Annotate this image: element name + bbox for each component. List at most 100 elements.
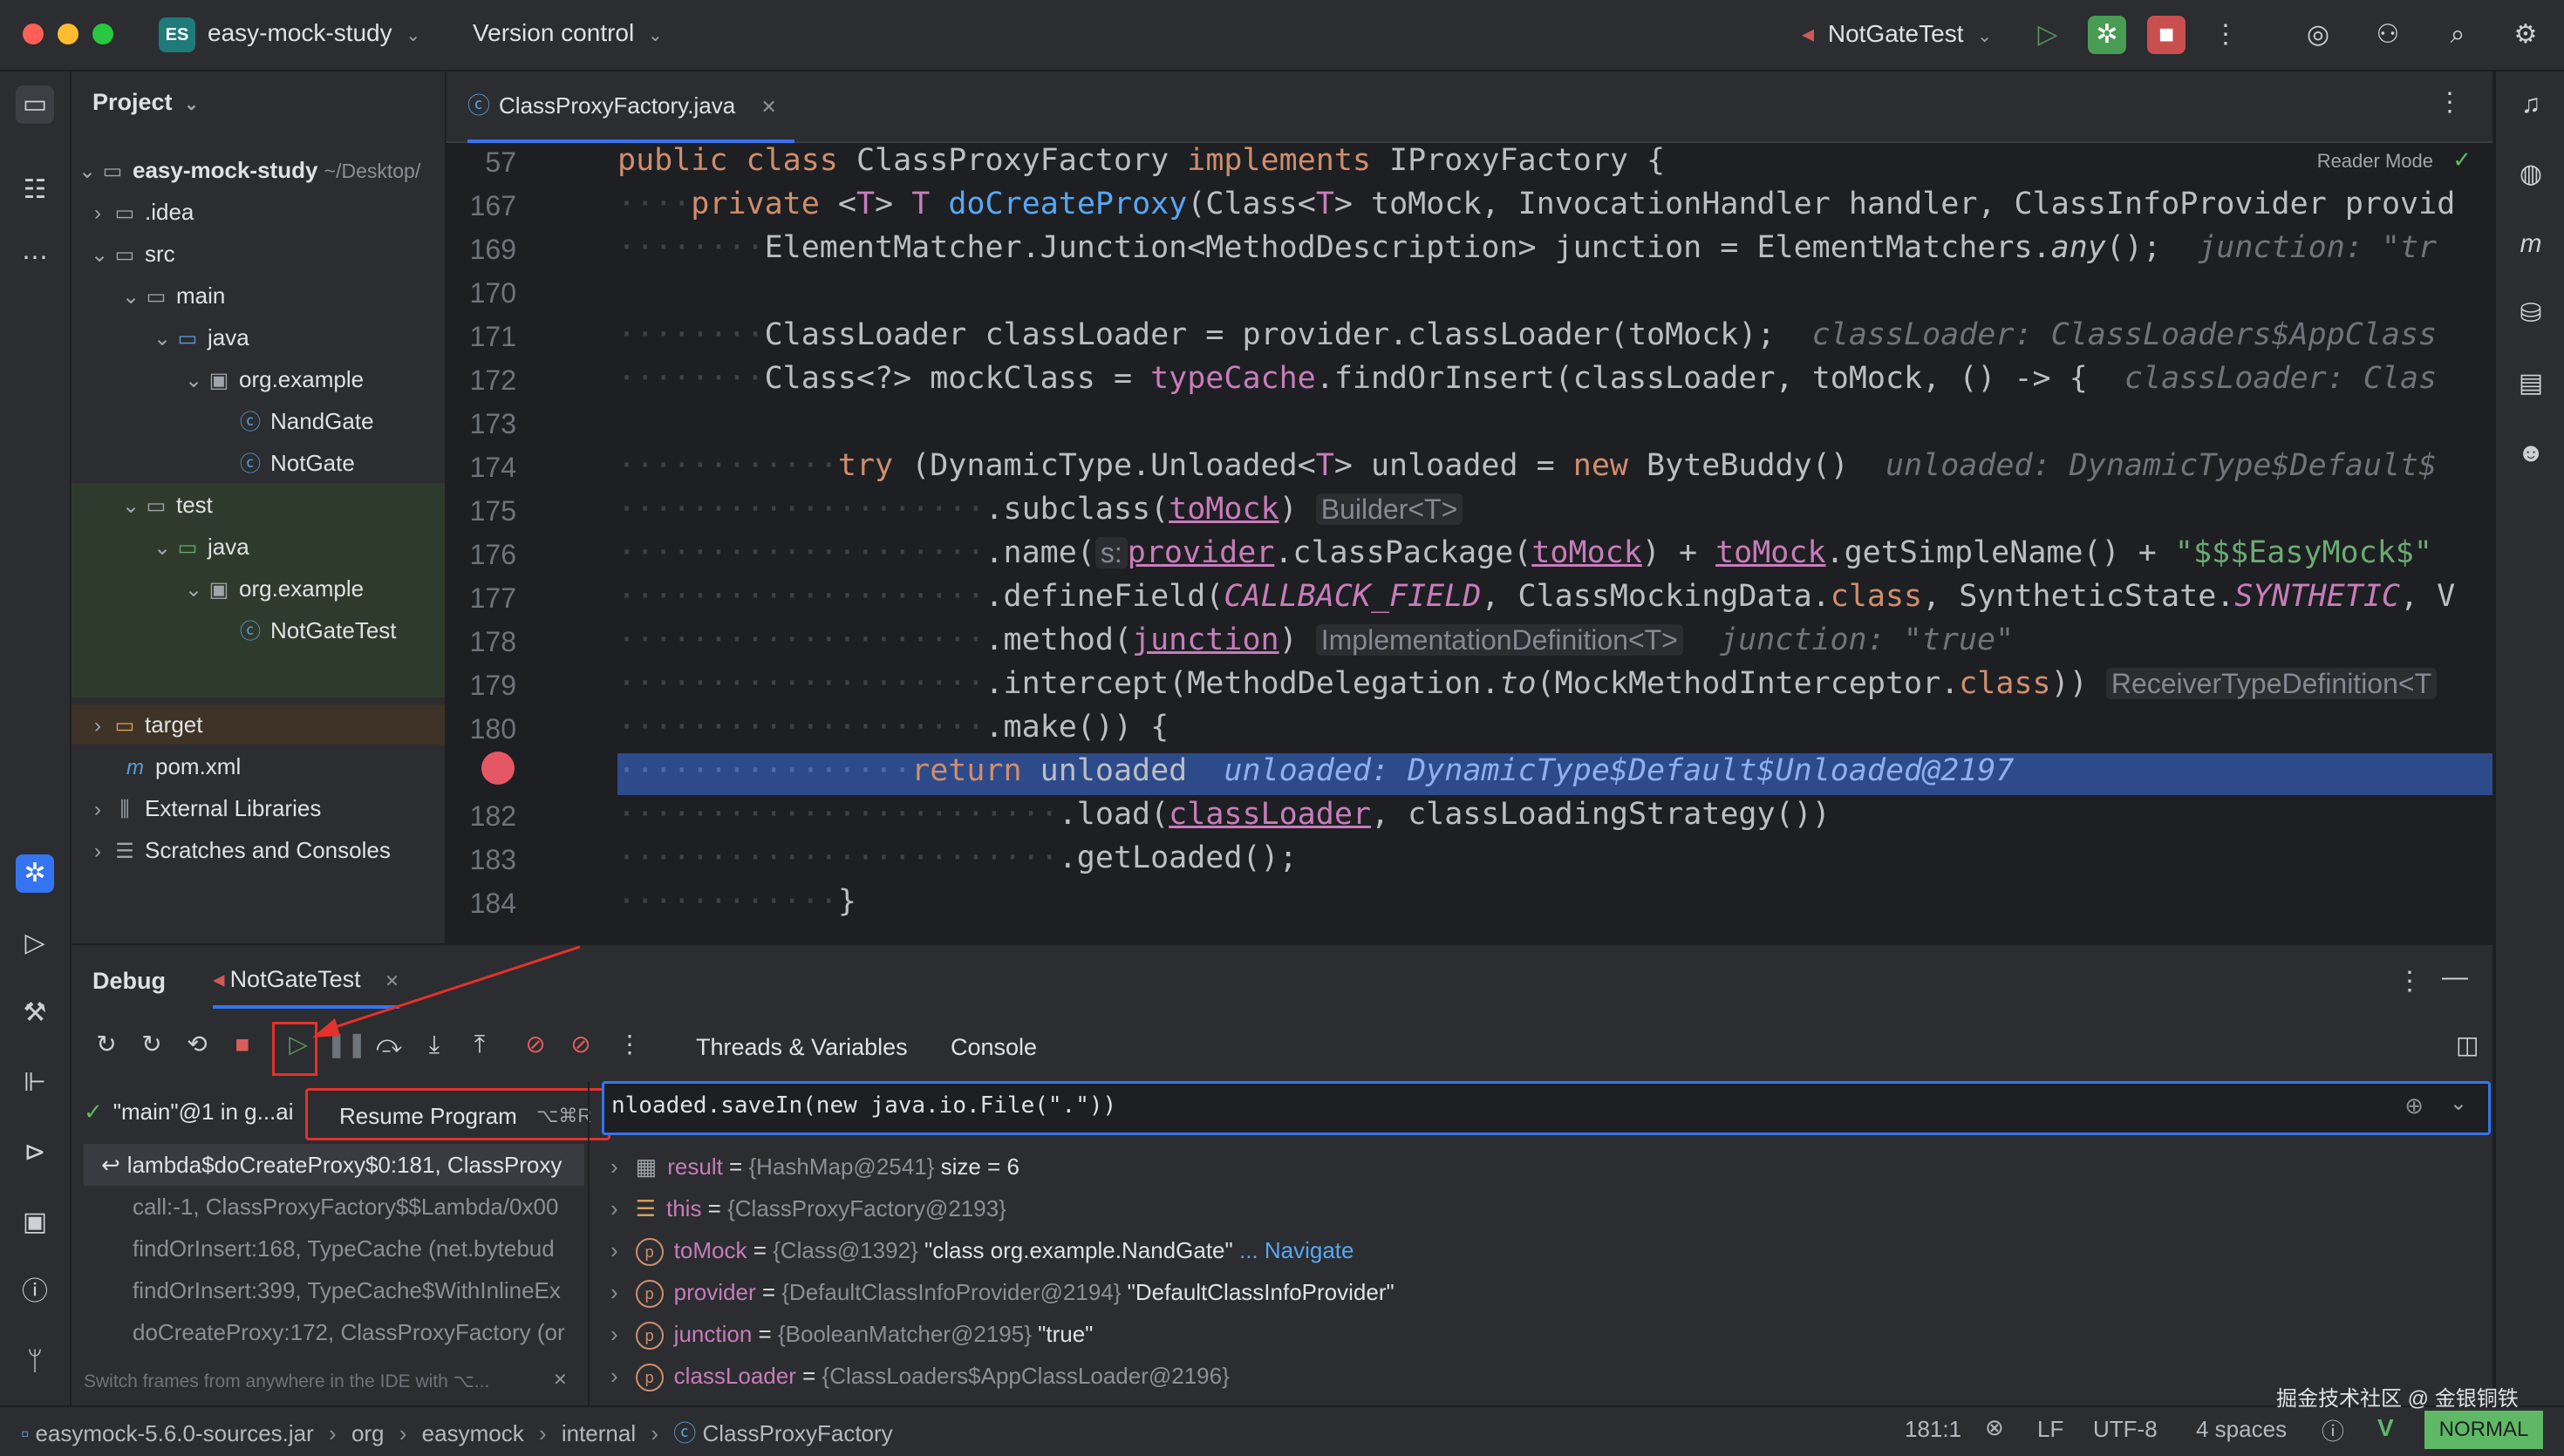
tree-item-scratches[interactable]: › ☰ Scratches and Consoles bbox=[91, 830, 391, 870]
indent-setting[interactable]: 4 spaces bbox=[2196, 1416, 2287, 1443]
tree-item-pom[interactable]: m pom.xml bbox=[122, 746, 241, 786]
breakpoint-icon[interactable] bbox=[481, 752, 515, 785]
tree-item-notgatetest[interactable]: ⓒ NotGateTest bbox=[237, 610, 397, 650]
excluded-folder-icon: ▭ bbox=[114, 714, 135, 738]
more-vertical-icon[interactable]: ⋮ bbox=[2206, 16, 2245, 54]
stop-icon[interactable]: ■ bbox=[2147, 16, 2186, 54]
panel-splitter[interactable] bbox=[588, 1081, 590, 1405]
tree-item-main[interactable]: ⌄ ▭ main bbox=[122, 276, 225, 316]
line-separator[interactable]: LF bbox=[2037, 1416, 2063, 1443]
add-watch-icon[interactable]: ⊕ bbox=[2404, 1092, 2424, 1119]
console-icon[interactable]: ▣ bbox=[16, 1203, 54, 1242]
database-icon[interactable]: ⛁ bbox=[2512, 295, 2550, 333]
evaluate-expression-input[interactable]: nloaded.saveIn(new java.io.File(".")) ⊕ … bbox=[602, 1081, 2491, 1135]
breadcrumb-item[interactable]: internal bbox=[562, 1420, 636, 1446]
structure-icon[interactable]: ☷ bbox=[16, 171, 54, 209]
variable-row[interactable]: › p junction = {BooleanMatcher@2195} "true… bbox=[610, 1313, 1093, 1355]
project-badge[interactable]: ES bbox=[159, 17, 195, 52]
layout-icon[interactable]: ◫ bbox=[2456, 1031, 2479, 1059]
endpoints-icon[interactable]: ▤ bbox=[2512, 364, 2550, 403]
close-icon[interactable]: ✕ bbox=[760, 96, 776, 118]
window-minimize-button[interactable] bbox=[58, 24, 78, 44]
vim-mode-badge[interactable]: NORMAL bbox=[2424, 1411, 2543, 1449]
tree-item-root[interactable]: ⌄ ▭ easy-mock-study ~/Desktop/ bbox=[78, 150, 420, 190]
terminal-icon[interactable]: ⊩ bbox=[16, 1064, 54, 1102]
problems-icon[interactable]: ⓘ bbox=[2322, 1414, 2344, 1446]
vcs-menu[interactable]: Version control ⌄ bbox=[473, 19, 663, 47]
close-icon[interactable]: ✕ bbox=[553, 1369, 568, 1391]
window-close-button[interactable] bbox=[23, 24, 44, 44]
readonly-lock-icon[interactable]: ⊗ bbox=[1985, 1414, 2004, 1441]
project-panel-title[interactable]: Project ⌄ bbox=[92, 89, 199, 116]
gear-icon[interactable]: ⚙ bbox=[2506, 16, 2545, 54]
tree-label: src bbox=[145, 241, 175, 267]
more-vertical-icon[interactable]: ⋮ bbox=[2437, 87, 2463, 118]
debug-running-icon[interactable]: ✲ bbox=[2088, 16, 2126, 54]
editor-tab-classproxyfactory[interactable]: ⓒ ClassProxyFactory.java ✕ bbox=[467, 71, 794, 143]
tab-threads-variables[interactable]: Threads & Variables bbox=[696, 1034, 908, 1072]
minimize-icon[interactable]: — bbox=[2442, 963, 2468, 992]
run-icon[interactable]: ▷ bbox=[16, 924, 54, 963]
services-icon[interactable]: ⊳ bbox=[16, 1133, 54, 1172]
git-branch-icon[interactable]: ᛘ bbox=[16, 1343, 54, 1381]
run-icon[interactable]: ▷ bbox=[2029, 16, 2067, 54]
caret-position[interactable]: 181:1 bbox=[1905, 1416, 1961, 1443]
breadcrumb-item[interactable]: ClassProxyFactory bbox=[703, 1420, 893, 1446]
debug-bug-icon[interactable]: ✲ bbox=[16, 854, 54, 893]
breadcrumb-item[interactable]: easymock bbox=[422, 1420, 524, 1446]
breadcrumb-item[interactable]: org bbox=[351, 1420, 385, 1446]
file-encoding[interactable]: UTF-8 bbox=[2093, 1416, 2158, 1443]
tree-item-src[interactable]: ⌄ ▭ src bbox=[91, 234, 175, 274]
code-editor[interactable]: 57 167 169 170 171 172 173 174 175 176 1… bbox=[447, 71, 2492, 943]
variable-row[interactable]: › p provider = {DefaultClassInfoProvider@2… bbox=[610, 1271, 1395, 1313]
stop-icon[interactable]: ■ bbox=[225, 1027, 260, 1062]
breadcrumb-item[interactable]: easymock-5.6.0-sources.jar bbox=[35, 1420, 313, 1446]
tree-item-idea[interactable]: › ▭ .idea bbox=[91, 192, 194, 232]
maven-icon[interactable]: m bbox=[2512, 225, 2550, 263]
problems-icon[interactable]: ⓘ bbox=[16, 1273, 54, 1311]
variable-row[interactable]: › p toMock = {Class@1392} "class org.examp… bbox=[610, 1229, 1354, 1271]
line-number: 167 bbox=[469, 190, 516, 221]
tab-console[interactable]: Console bbox=[951, 1034, 1037, 1061]
tree-item-nandgate[interactable]: ⓒ NandGate bbox=[237, 401, 374, 441]
tree-item-package-test[interactable]: ⌄ ▣ org.example bbox=[185, 568, 364, 609]
frame-item[interactable]: ↩ lambda$doCreateProxy$0:181, ClassProxy bbox=[84, 1144, 581, 1186]
variable-row[interactable]: › p classLoader = {ClassLoaders$AppClassLo… bbox=[610, 1355, 1230, 1397]
copilot-icon[interactable]: ☻ bbox=[2512, 434, 2550, 473]
more-vertical-icon[interactable]: ⋮ bbox=[612, 1027, 647, 1062]
tree-item-target[interactable]: › ▭ target bbox=[91, 704, 203, 745]
folder-icon[interactable]: ▭ bbox=[16, 85, 54, 124]
frame-item[interactable]: findOrInsert:168, TypeCache (net.bytebud bbox=[84, 1228, 581, 1269]
rerun-failed-icon[interactable]: ↻ bbox=[134, 1027, 169, 1062]
tree-item-package-main[interactable]: ⌄ ▣ org.example bbox=[185, 359, 364, 399]
ai-assistant-icon[interactable]: ◎ bbox=[2299, 16, 2337, 54]
frame-item[interactable]: findOrInsert:399, TypeCache$WithInlineEx bbox=[84, 1269, 581, 1311]
tree-item-notgate[interactable]: ⓒ NotGate bbox=[237, 443, 355, 483]
search-icon[interactable]: ⌕ bbox=[2438, 16, 2477, 54]
chevron-down-icon[interactable]: ⌄ bbox=[2450, 1091, 2467, 1116]
notifications-icon[interactable]: ♫ bbox=[2512, 85, 2550, 124]
frame-item[interactable]: call:-1, ClassProxyFactory$$Lambda/0x00 bbox=[84, 1186, 581, 1228]
editor-gutter[interactable]: 57 167 169 170 171 172 173 174 175 176 1… bbox=[447, 141, 612, 943]
navigate-link[interactable]: ... Navigate bbox=[1239, 1237, 1354, 1263]
more-horizontal-icon[interactable]: ⋯ bbox=[16, 239, 54, 277]
tree-item-external-libraries[interactable]: › ⫼ External Libraries bbox=[91, 788, 321, 828]
project-switcher[interactable]: easy-mock-study ⌄ bbox=[208, 19, 420, 47]
tree-item-java-main[interactable]: ⌄ ▭ java bbox=[153, 317, 249, 357]
window-zoom-button[interactable] bbox=[92, 24, 113, 44]
rerun-icon[interactable]: ↻ bbox=[89, 1027, 124, 1062]
run-config-selector[interactable]: ◂ NotGateTest ⌄ bbox=[1802, 19, 1992, 48]
frame-item[interactable]: doCreateProxy:172, ClassProxyFactory (or bbox=[84, 1311, 581, 1353]
restart-icon[interactable]: ⟲ bbox=[180, 1027, 215, 1062]
more-vertical-icon[interactable]: ⋮ bbox=[2397, 966, 2423, 997]
tree-item-java-test[interactable]: ⌄ ▭ java bbox=[153, 527, 249, 567]
add-user-icon[interactable]: ⚇ bbox=[2369, 16, 2407, 54]
reader-mode-toggle[interactable]: Reader Mode bbox=[2317, 150, 2433, 173]
variable-ref: {DefaultClassInfoProvider@2194} bbox=[781, 1279, 1122, 1305]
variable-row[interactable]: › ▦ result = {HashMap@2541} size = 6 bbox=[610, 1146, 1019, 1187]
build-hammer-icon[interactable]: ⚒ bbox=[16, 994, 54, 1032]
vim-icon[interactable]: V bbox=[2377, 1414, 2394, 1442]
tree-item-test[interactable]: ⌄ ▭ test bbox=[122, 485, 213, 525]
variable-row[interactable]: › ☰ this = {ClassProxyFactory@2193} bbox=[610, 1187, 1006, 1229]
ai-chat-icon[interactable]: ◍ bbox=[2512, 155, 2550, 194]
